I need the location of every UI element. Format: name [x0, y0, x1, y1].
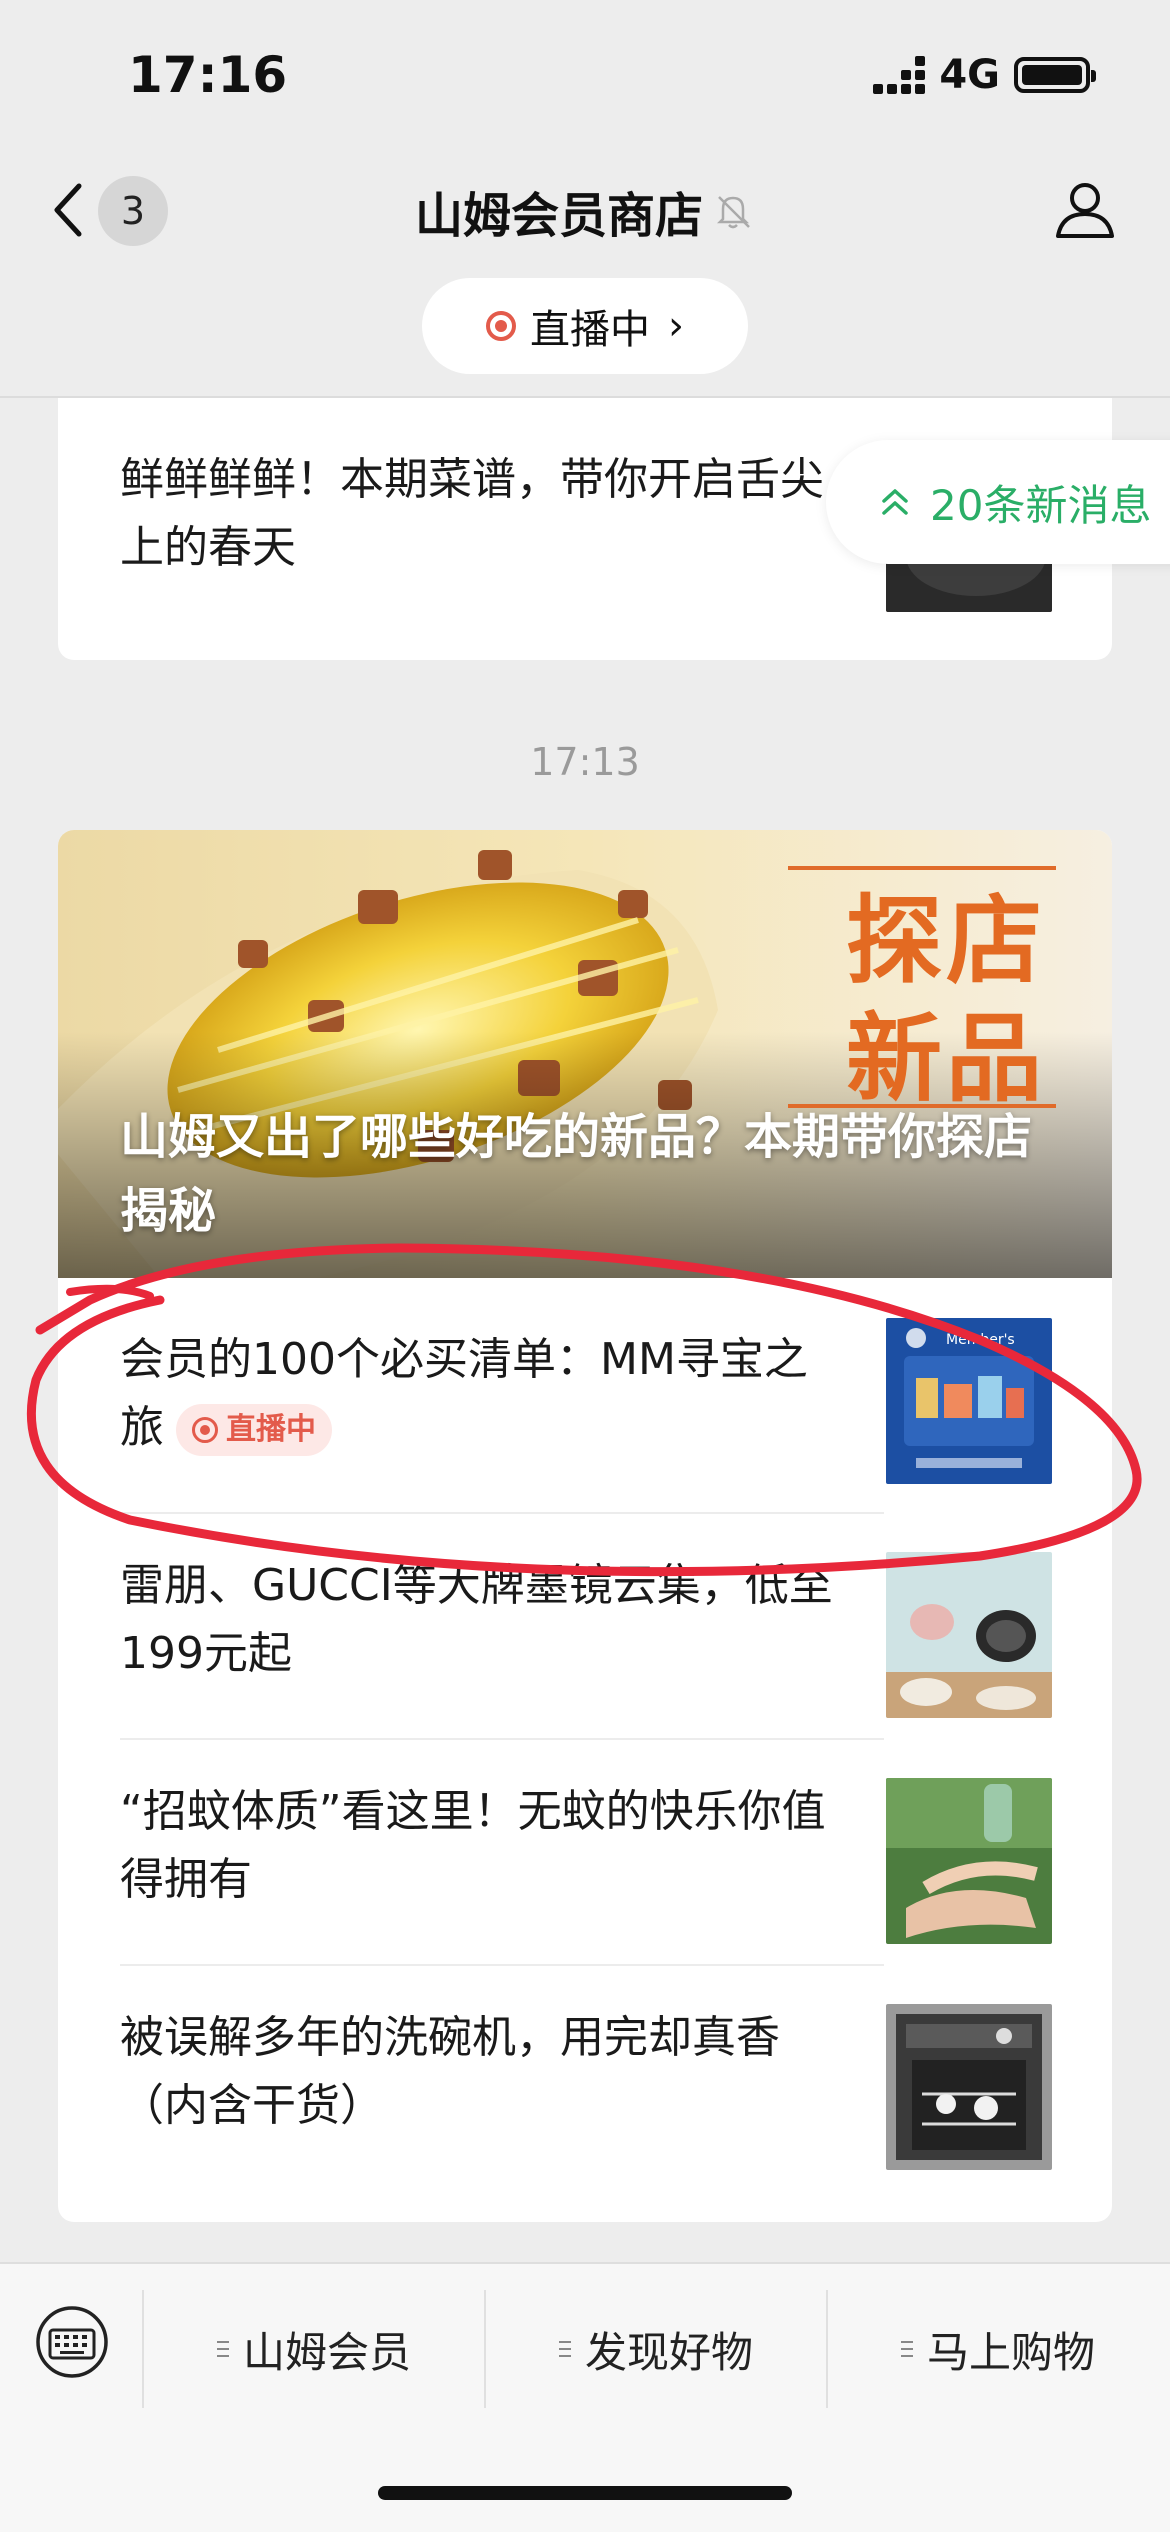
submenu-icon [900, 2341, 913, 2357]
hero-badge-text: 探店 新品 [846, 882, 1046, 1118]
hero-badge-line: 探店 [846, 885, 1046, 997]
keyboard-icon [36, 2306, 108, 2378]
profile-icon[interactable] [1052, 176, 1118, 242]
hero-article[interactable]: 探店 新品 山姆又出了哪些好吃的新品？本期带你探店揭秘 [58, 830, 1112, 1278]
status-time: 17:16 [128, 46, 288, 104]
article-thumbnail [886, 2004, 1052, 2170]
row-divider [120, 1964, 884, 1966]
keyboard-toggle-button[interactable] [34, 2304, 110, 2380]
menu-item-sams-member[interactable]: 山姆会员 [144, 2288, 484, 2410]
menu-item-discover[interactable]: 发现好物 [486, 2288, 826, 2410]
new-messages-button[interactable]: 20条新消息 [826, 440, 1170, 564]
submenu-icon [216, 2341, 229, 2357]
article-title: 被误解多年的洗碗机，用完却真香（内含干货） [120, 2012, 780, 2131]
chevron-right-icon: › [668, 303, 684, 349]
network-type: 4G [939, 52, 1000, 98]
live-tag-label: 直播中 [226, 1412, 316, 1447]
menu-item-shop-now[interactable]: 马上购物 [828, 2288, 1168, 2410]
menu-item-label: 发现好物 [584, 2327, 753, 2377]
row-divider [120, 1512, 884, 1514]
submenu-icon [558, 2341, 571, 2357]
page-title: 山姆会员商店 [414, 188, 703, 244]
live-pill-label: 直播中 [530, 307, 650, 353]
live-record-icon [486, 311, 516, 341]
article-thumbnail [886, 1552, 1052, 1718]
article-row[interactable]: 会员的100个必买清单：MM寻宝之旅 直播中 Member's [120, 1318, 1052, 1492]
article-row[interactable]: “招蚊体质”看这里！无蚊的快乐你值得拥有 [120, 1778, 1052, 1944]
double-chevron-up-icon [882, 489, 908, 515]
mute-bell-icon [711, 189, 755, 233]
signal-icon [873, 56, 926, 94]
chat-header: 3 山姆会员商店 [0, 150, 1170, 270]
menu-item-label: 马上购物 [926, 2327, 1095, 2377]
article-title: 雷朋、GUCCI等大牌墨镜云集，低至199元起 [120, 1560, 833, 1679]
message-timestamp: 17:13 [530, 740, 640, 784]
title-wrap: 山姆会员商店 [0, 176, 1170, 246]
battery-icon [1014, 57, 1096, 93]
new-messages-label: 20条新消息 [930, 480, 1152, 530]
live-record-icon [192, 1417, 218, 1443]
hero-title: 山姆又出了哪些好吃的新品？本期带你探店揭秘 [120, 1109, 1033, 1239]
thumbnail-caption: Member's [946, 1332, 1015, 1348]
menu-item-label: 山姆会员 [242, 2327, 411, 2377]
article-title: 鲜鲜鲜鲜！本期菜谱，带你开启舌尖上的春天 [120, 454, 824, 573]
article-title: “招蚊体质”看这里！无蚊的快乐你值得拥有 [120, 1786, 826, 1905]
home-indicator[interactable] [378, 2486, 792, 2500]
article-thumbnail [886, 1778, 1052, 1944]
article-row[interactable]: 被误解多年的洗碗机，用完却真香（内含干货） [120, 2004, 1052, 2170]
live-stream-button[interactable]: 直播中 › [422, 278, 748, 374]
article-card-main: 探店 新品 山姆又出了哪些好吃的新品？本期带你探店揭秘 会员的100个必买清单：… [58, 830, 1112, 2222]
article-thumbnail: Member's [886, 1318, 1052, 1484]
status-bar: 17:16 4G [0, 0, 1170, 150]
article-title: 会员的100个必买清单：MM寻宝之旅 直播中 [120, 1326, 840, 1462]
article-row[interactable]: 雷朋、GUCCI等大牌墨镜云集，低至199元起 [120, 1552, 1052, 1718]
live-tag: 直播中 [176, 1404, 332, 1456]
status-indicators: 4G [873, 52, 1096, 98]
row-divider [120, 1738, 884, 1740]
